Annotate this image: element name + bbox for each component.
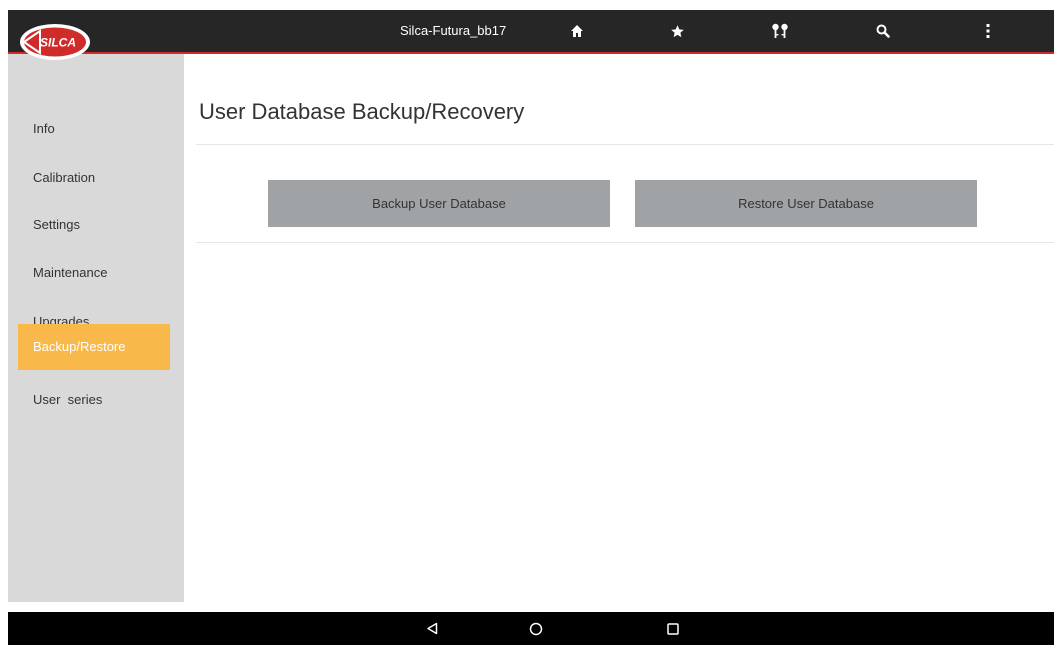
recents-icon[interactable] bbox=[658, 612, 688, 645]
sidebar-item-settings[interactable]: Settings bbox=[18, 202, 170, 248]
page-title: User Database Backup/Recovery bbox=[199, 99, 525, 124]
buttons-divider bbox=[196, 242, 1054, 243]
sidebar: Info Calibration Settings Maintenance Up… bbox=[8, 54, 184, 602]
sidebar-item-backup-restore[interactable]: Backup/Restore bbox=[18, 324, 170, 370]
keys-icon[interactable] bbox=[765, 10, 795, 52]
sidebar-item-info[interactable]: Info bbox=[18, 106, 170, 152]
restore-user-database-button[interactable]: Restore User Database bbox=[635, 180, 977, 227]
home-circle-icon[interactable] bbox=[521, 612, 551, 645]
silca-logo[interactable]: SILCA bbox=[18, 22, 92, 62]
star-icon[interactable] bbox=[662, 10, 692, 52]
sidebar-item-user-series[interactable]: User series bbox=[18, 377, 170, 423]
app-title: Silca-Futura_bb17 bbox=[400, 23, 507, 38]
sidebar-item-calibration[interactable]: Calibration bbox=[18, 155, 170, 201]
sidebar-item-maintenance[interactable]: Maintenance bbox=[18, 250, 170, 296]
logo-text: SILCA bbox=[40, 36, 76, 50]
title-divider bbox=[196, 144, 1054, 145]
home-icon[interactable] bbox=[562, 10, 592, 52]
back-icon[interactable] bbox=[417, 612, 447, 645]
search-icon[interactable] bbox=[868, 10, 898, 52]
more-vert-icon[interactable] bbox=[973, 10, 1003, 52]
backup-user-database-button[interactable]: Backup User Database bbox=[268, 180, 610, 227]
